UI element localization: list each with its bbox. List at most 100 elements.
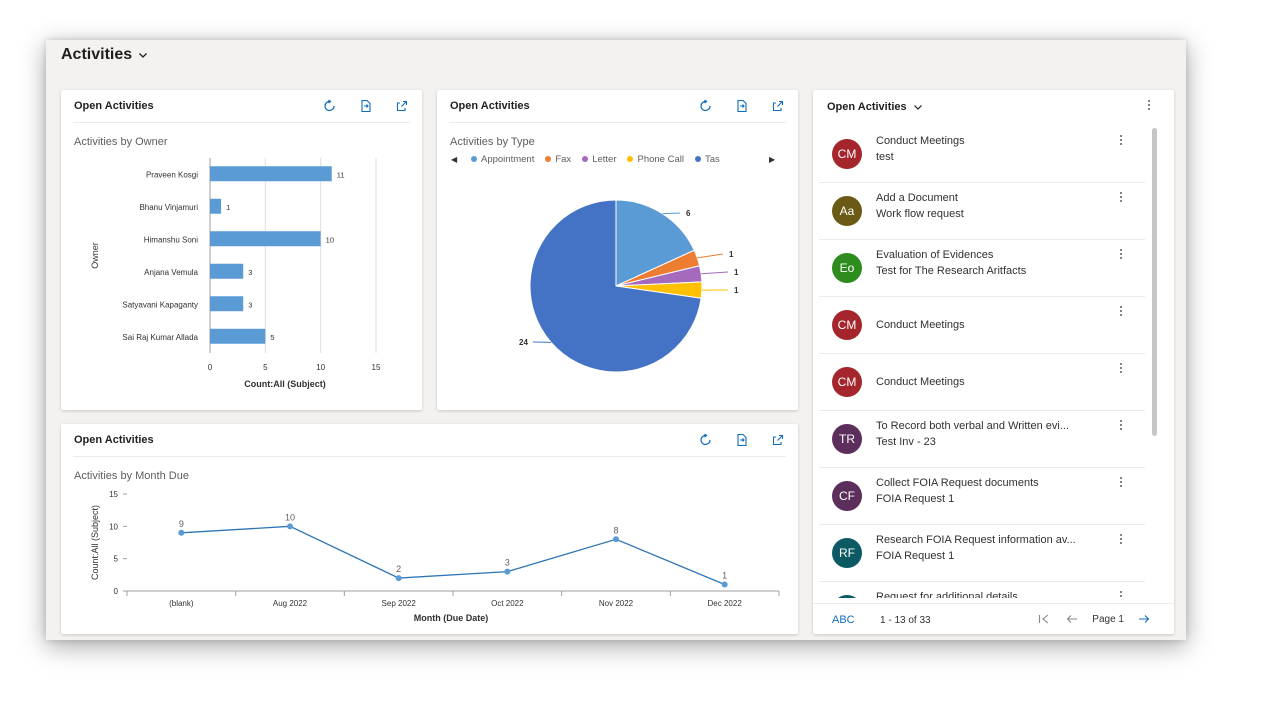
activity-title[interactable]: Collect FOIA Request documents [876,477,1098,489]
data-label: 10 [285,512,295,522]
list-more-button[interactable] [1142,98,1156,112]
avatar: CM [832,310,862,340]
owner-bar-chart: 0 5 10 15 Praveen Kosgi 11 Bhanu Vinjamuri 1 Him… [90,158,381,389]
bar [210,231,321,247]
row-more-button[interactable] [1114,304,1128,318]
avatar: Eo [832,253,862,283]
chevron-down-icon [913,105,922,110]
data-label: 9 [179,519,184,529]
list-item[interactable]: CM Conduct Meetings [819,297,1145,354]
activity-regarding: Work flow request [876,208,964,220]
more-vertical-icon [1148,100,1150,110]
list-item[interactable]: CM Conduct Meetings [819,354,1145,411]
abc-filter-button[interactable]: ABC [832,614,855,626]
type-chart-card: Open Activities Activities by Type ◀ App… [437,90,798,410]
first-page-button[interactable] [1036,611,1052,627]
y-tick-label: 10 [109,522,118,531]
avatar: Rf [832,595,862,598]
row-more-button[interactable] [1114,247,1128,261]
bar [210,263,244,279]
type-pie-chart: 611124 [519,199,739,373]
view-selector[interactable]: Open Activities [827,101,923,113]
x-tick-label: 15 [372,363,381,372]
data-label: 1 [734,286,739,295]
y-tick-label: 15 [109,490,118,499]
list-item[interactable]: CM Conduct Meetings test [819,126,1145,183]
avatar: TR [832,424,862,454]
more-vertical-icon [1120,306,1122,316]
data-label: 1 [722,571,727,581]
list-item[interactable]: RF Research FOIA Request information av..… [819,525,1145,582]
avatar: CM [832,367,862,397]
y-tick-label: Himanshu Soni [144,235,198,244]
activity-title[interactable]: Conduct Meetings [876,135,1098,147]
y-tick-label: Praveen Kosgi [146,170,198,179]
owner-chart-card: Open Activities Activities by Owner 0 5 10… [61,90,422,410]
chevron-down-icon [139,53,148,58]
x-tick-label: Oct 2022 [491,599,524,608]
pager: Page 1 [1036,611,1152,627]
activity-regarding: Test for The Research Aritfacts [876,265,1027,277]
data-label: 8 [613,525,618,535]
row-more-button[interactable] [1114,418,1128,432]
page-label: Page 1 [1092,613,1124,625]
activity-regarding: FOIA Request 1 [876,493,955,505]
more-vertical-icon [1120,249,1122,259]
list-scrollbar[interactable] [1152,128,1157,436]
arrow-right-icon [1139,615,1150,623]
series-line [181,525,725,586]
open-activities-list: Open Activities CM Conduct Meetings test Aa… [813,90,1174,634]
activity-title[interactable]: To Record both verbal and Written evi... [876,420,1098,432]
bar [210,296,244,312]
activity-title[interactable]: Request for additional details [876,591,1098,598]
x-tick-label: Nov 2022 [599,599,634,608]
bar [210,166,332,182]
y-tick-label: Anjana Vemula [144,268,198,277]
y-axis-title: Count:All (Subject) [90,505,100,580]
avatar: CF [832,481,862,511]
list-item[interactable]: TR To Record both verbal and Written evi.… [819,411,1145,468]
data-label: 11 [337,170,345,179]
row-more-button[interactable] [1114,133,1128,147]
next-page-button[interactable] [1136,611,1152,627]
dashboard-selector[interactable]: Activities [61,46,148,64]
more-vertical-icon [1120,363,1122,373]
bar [210,328,266,344]
data-label: 1 [226,203,230,212]
data-label: 24 [519,338,528,347]
activity-title[interactable]: Research FOIA Request information av... [876,534,1098,546]
leader-line [662,212,681,215]
list-item[interactable]: CF Collect FOIA Request documents FOIA Req… [819,468,1145,525]
data-point [721,581,728,588]
activity-regarding: FOIA Request 1 [876,550,955,562]
list-item[interactable]: Aa Add a Document Work flow request [819,183,1145,240]
x-tick-label: 10 [316,363,325,372]
row-more-button[interactable] [1114,589,1128,598]
list-title: Open Activities [827,101,907,113]
list-item[interactable]: Eo Evaluation of Evidences Test for The Re… [819,240,1145,297]
page-title: Activities [61,46,133,63]
row-more-button[interactable] [1114,532,1128,546]
list-item[interactable]: Rf Request for additional details [819,582,1145,598]
data-point [287,523,293,530]
month-chart-card: Open Activities Activities by Month Due … [61,424,798,634]
x-tick-label: (blank) [169,599,194,608]
row-more-button[interactable] [1114,190,1128,204]
data-label: 10 [326,235,334,244]
row-more-button[interactable] [1114,475,1128,489]
leader-line [697,253,724,259]
more-vertical-icon [1120,591,1122,597]
x-axis-title: Count:All (Subject) [244,379,326,389]
activity-title[interactable]: Conduct Meetings [876,376,1098,388]
activity-title[interactable]: Add a Document [876,192,1098,204]
activity-regarding: test [876,151,894,163]
activity-title[interactable]: Evaluation of Evidences [876,249,1098,261]
row-more-button[interactable] [1114,361,1128,375]
activity-title[interactable]: Conduct Meetings [876,319,1098,331]
x-axis-title: Month (Due Date) [414,613,489,623]
activity-regarding: Test Inv - 23 [876,436,936,448]
y-tick-label: 0 [114,587,119,596]
data-point [504,568,511,575]
previous-page-button[interactable] [1064,611,1080,627]
y-tick-label: Bhanu Vinjamuri [139,203,198,212]
